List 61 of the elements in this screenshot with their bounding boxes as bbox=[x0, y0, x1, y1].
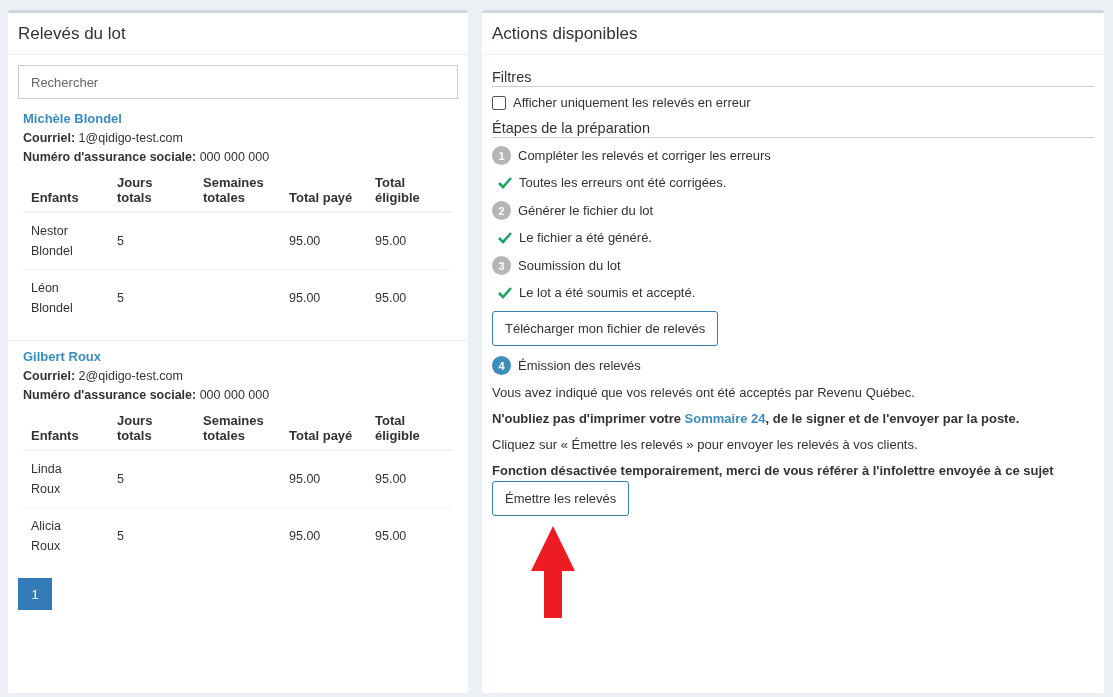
column-header: Jours totals bbox=[109, 407, 195, 450]
table-cell: 5 bbox=[117, 472, 124, 486]
client-email: Courriel: 2@qidigo-test.com bbox=[23, 369, 184, 383]
table-cell: 95.00 bbox=[289, 234, 321, 248]
table-cell: 95.00 bbox=[375, 529, 407, 543]
table-cell: 95.00 bbox=[375, 291, 407, 305]
check-icon bbox=[498, 176, 512, 189]
checkbox[interactable] bbox=[492, 95, 506, 110]
table-cell: 5 bbox=[117, 529, 124, 543]
checkbox-label: Afficher uniquement les relevés en erreur bbox=[513, 95, 751, 110]
download-button[interactable]: Télécharger mon fichier de relevés bbox=[492, 311, 719, 346]
section-heading: Filtres bbox=[492, 69, 1094, 87]
table-cell-text: Alicia Roux bbox=[31, 518, 62, 555]
step-label: Émission des relevés bbox=[518, 358, 641, 373]
warning-text: Fonction désactivée temporairement, merci de vous référer à l'infolettre envoyée à ce sujet bbox=[492, 463, 1055, 478]
table-cell: 5 bbox=[117, 234, 124, 248]
column-header: Total payé bbox=[281, 169, 367, 212]
instruction-text: Cliquez sur « Émettre les relevés » pour envoyer les relevés à vos clients. bbox=[492, 437, 919, 452]
check-icon bbox=[498, 231, 512, 244]
section-heading: Étapes de la préparation bbox=[492, 120, 1094, 138]
table-cell-text: Nestor Blondel bbox=[31, 223, 74, 260]
step-status: Le fichier a été généré. bbox=[519, 230, 652, 245]
column-header: Jours totals bbox=[109, 169, 195, 212]
column-header: Total éligible bbox=[367, 407, 453, 450]
column-header: Enfants bbox=[23, 169, 109, 212]
step-status: Le lot a été soumis et accepté. bbox=[519, 285, 696, 300]
table-cell-text: Léon Blondel bbox=[31, 280, 74, 317]
table-cell-text: Linda Roux bbox=[31, 461, 63, 498]
column-header: Semaines totales bbox=[195, 169, 281, 212]
panel-title: Relevés du lot bbox=[8, 13, 468, 55]
column-header: Semaines totales bbox=[195, 407, 281, 450]
step-label: Soumission du lot bbox=[518, 258, 621, 273]
check-icon bbox=[498, 286, 512, 299]
emit-button[interactable]: Émettre les relevés bbox=[492, 481, 630, 516]
info-text: Vous avez indiqué que vos relevés ont été acceptés par Revenu Québec. bbox=[492, 385, 916, 400]
table-cell: 95.00 bbox=[375, 472, 407, 486]
step-label: Générer le fichier du lot bbox=[518, 203, 654, 218]
table-cell: 5 bbox=[117, 291, 124, 305]
reminder-text: N'oubliez pas d'imprimer votre Sommaire 24, de le signer et de l'envoyer par la poste. bbox=[492, 411, 1021, 426]
step-number-badge: 1 bbox=[492, 146, 511, 165]
column-header: Total payé bbox=[281, 407, 367, 450]
panel-title: Actions disponibles bbox=[482, 13, 1104, 55]
table-cell: 95.00 bbox=[289, 529, 321, 543]
table-cell: 95.00 bbox=[375, 234, 407, 248]
client-email: Courriel: 1@qidigo-test.com bbox=[23, 131, 184, 145]
page-button[interactable]: 1 bbox=[18, 578, 52, 610]
step-number-badge: 3 bbox=[492, 256, 511, 275]
step-label: Compléter les relevés et corriger les erreurs bbox=[518, 148, 771, 163]
summary-link[interactable]: Sommaire 24 bbox=[684, 411, 766, 426]
table-cell: 95.00 bbox=[289, 291, 321, 305]
search-field[interactable]: Rechercher bbox=[18, 65, 458, 99]
client-sin: Numéro d'assurance sociale: 000 000 000 bbox=[23, 150, 271, 164]
client-name[interactable]: Michèle Blondel bbox=[23, 111, 453, 126]
column-header: Total éligible bbox=[367, 169, 453, 212]
step-number-badge: 2 bbox=[492, 201, 511, 220]
column-header: Enfants bbox=[23, 407, 109, 450]
step-status: Toutes les erreurs ont été corrigées. bbox=[519, 175, 727, 190]
table-cell: 95.00 bbox=[289, 472, 321, 486]
client-sin: Numéro d'assurance sociale: 000 000 000 bbox=[23, 388, 271, 402]
client-name[interactable]: Gilbert Roux bbox=[23, 349, 453, 364]
step-number-badge: 4 bbox=[492, 356, 511, 375]
